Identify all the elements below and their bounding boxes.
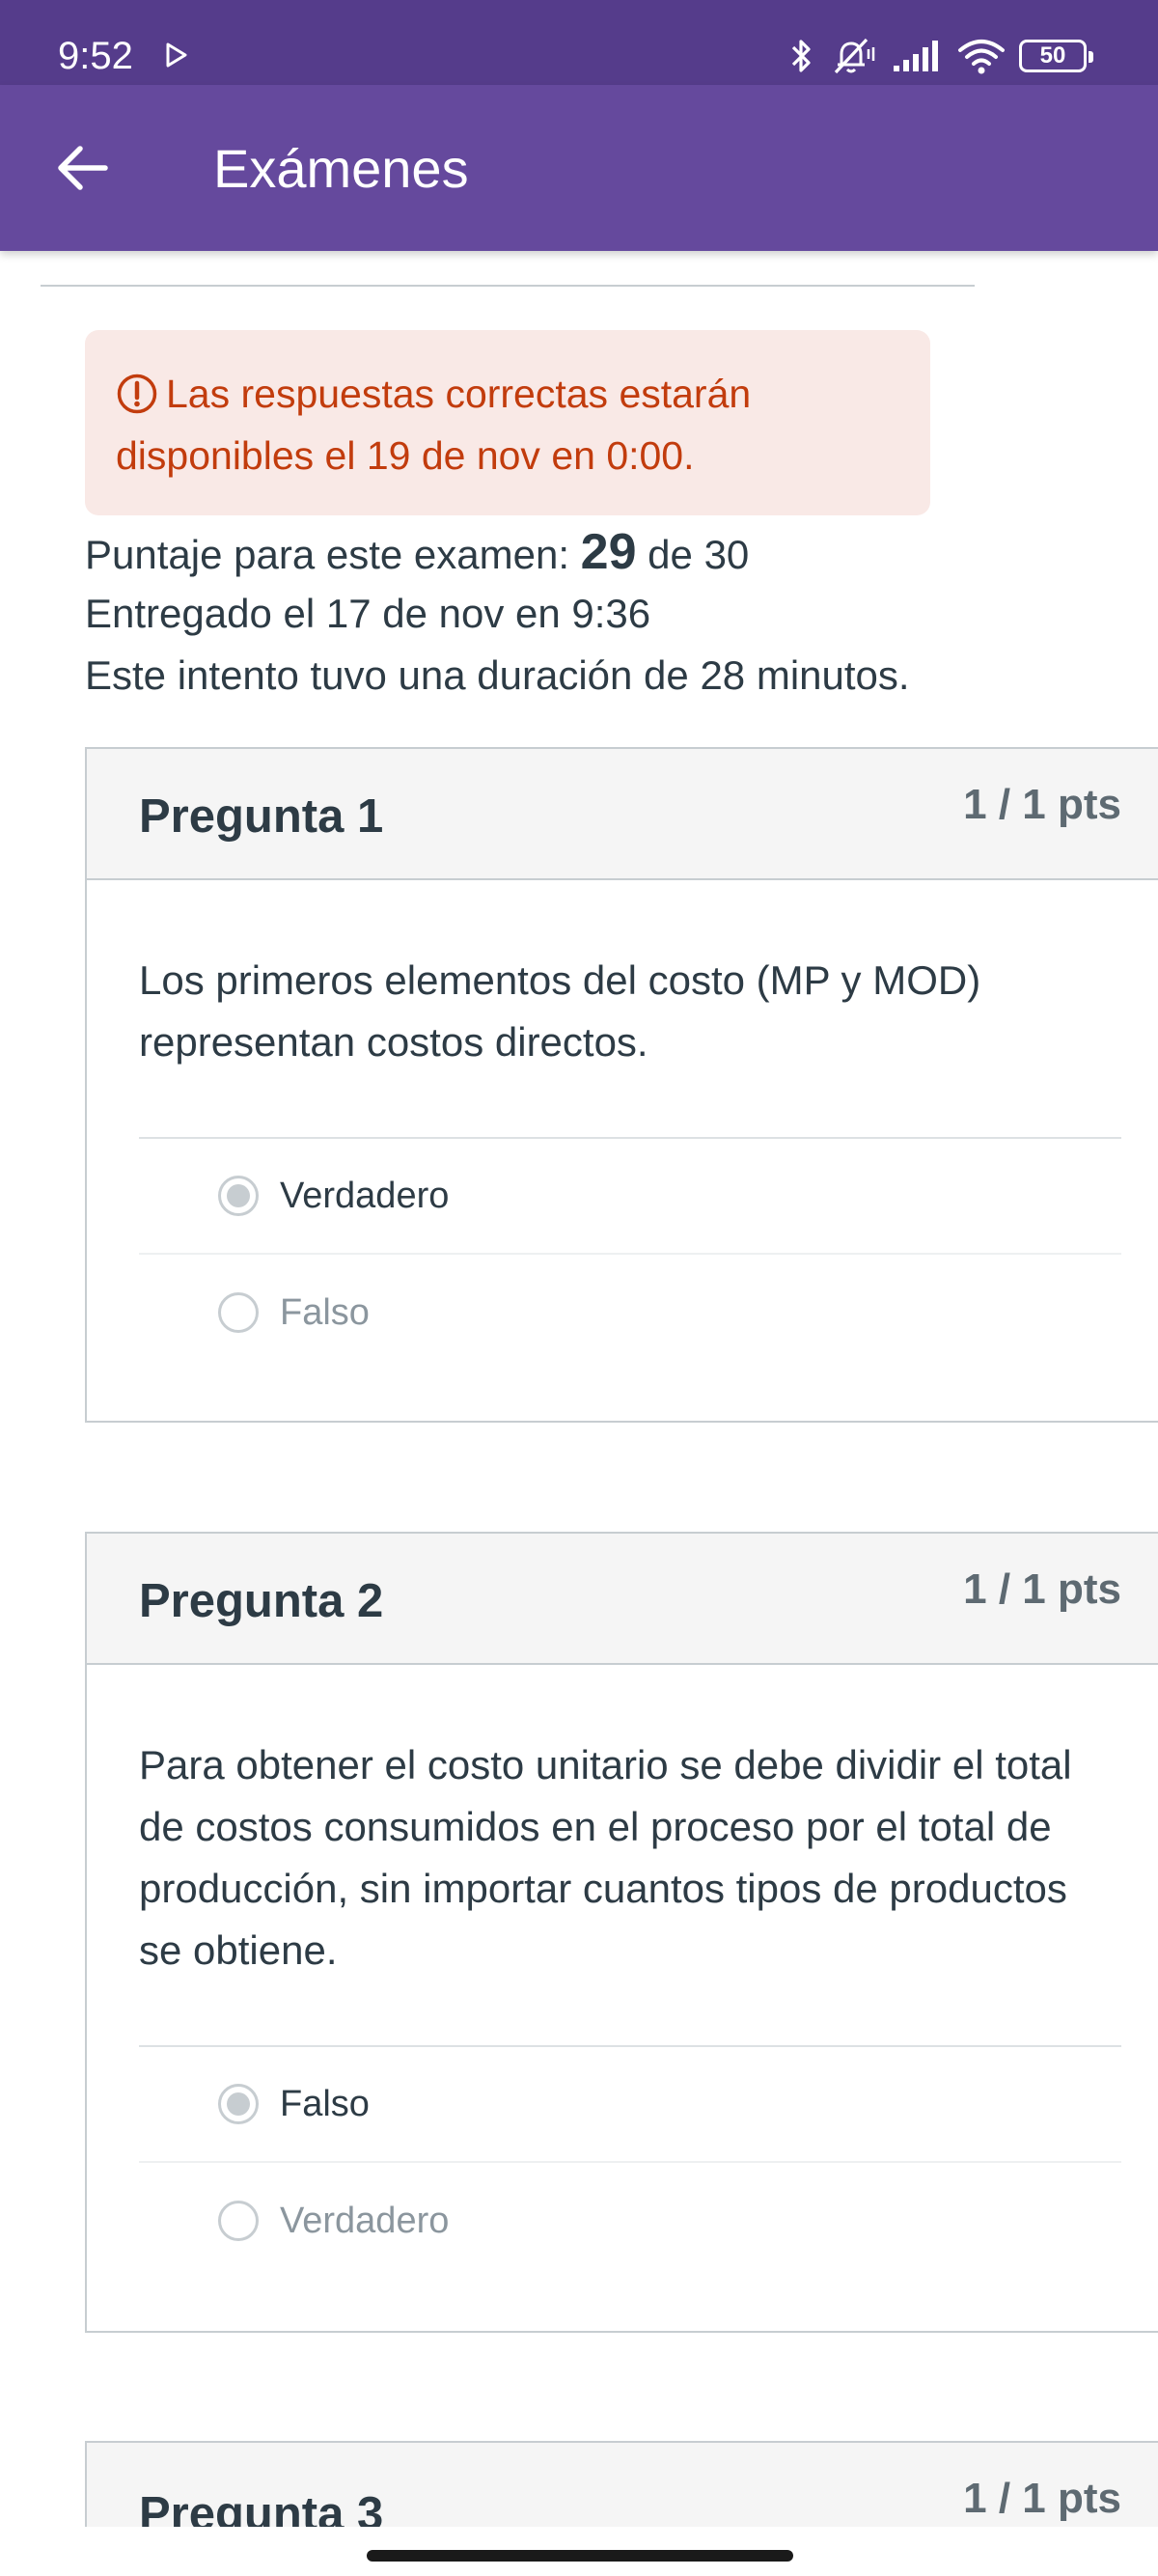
exam-summary: Puntaje para este examen: 29 de 30 Entre…	[85, 521, 910, 706]
answer-option[interactable]: Verdadero	[139, 1139, 1121, 1255]
radio-selected[interactable]	[218, 2084, 259, 2124]
score-label: Puntaje para este examen:	[85, 532, 581, 577]
question-body: Los primeros elementos del costo (MP y M…	[87, 880, 1158, 1371]
bluetooth-icon	[791, 40, 811, 72]
alert-text: Las respuestas correctas estarán disponi…	[116, 372, 752, 478]
question-body: Para obtener el costo unitario se debe d…	[87, 1665, 1158, 2279]
status-bar: 9:52 50	[0, 0, 1158, 85]
answer-list: Falso Verdadero	[139, 2045, 1121, 2279]
score-total: de 30	[636, 532, 750, 577]
app-bar: Exámenes	[0, 85, 1158, 251]
question-points: 1 / 1 pts	[963, 1565, 1121, 1613]
correct-answers-alert: Las respuestas correctas estarán disponi…	[85, 330, 930, 515]
score-value: 29	[580, 524, 637, 580]
answer-label: Falso	[280, 1292, 370, 1333]
play-icon	[166, 42, 187, 68]
answer-list: Verdadero Falso	[139, 1137, 1121, 1371]
home-indicator[interactable]	[367, 2550, 793, 2562]
back-button[interactable]	[39, 127, 125, 208]
muted-bell-icon	[834, 38, 875, 74]
duration-line: Este intento tuvo una duración de 28 min…	[85, 652, 910, 698]
question-title: Pregunta 1	[139, 790, 384, 843]
divider	[41, 285, 975, 287]
question-points: 1 / 1 pts	[963, 2475, 1121, 2522]
submitted-line: Entregado el 17 de nov en 9:36	[85, 591, 651, 636]
question-text: Para obtener el costo unitario se debe d…	[139, 1742, 1072, 1973]
answer-option[interactable]: Verdadero	[139, 2163, 1121, 2279]
question-text: Los primeros elementos del costo (MP y M…	[139, 957, 981, 1065]
answer-label: Verdadero	[280, 1176, 450, 1216]
arrow-left-icon	[58, 146, 108, 190]
answer-option[interactable]: Falso	[139, 2047, 1121, 2163]
signal-icon	[894, 41, 938, 71]
battery-icon: 50	[1019, 40, 1093, 72]
question-header: Pregunta 2 1 / 1 pts	[87, 1534, 1158, 1665]
question-points: 1 / 1 pts	[963, 781, 1121, 828]
battery-level: 50	[1039, 42, 1066, 69]
status-icons: 50	[789, 33, 1093, 79]
answer-label: Falso	[280, 2084, 370, 2124]
wifi-icon	[958, 40, 1005, 74]
question-2: Pregunta 2 1 / 1 pts Para obtener el cos…	[85, 1532, 1158, 2333]
status-time: 9:52	[58, 35, 133, 77]
score-line: Puntaje para este examen: 29 de 30	[85, 521, 910, 583]
question-1: Pregunta 1 1 / 1 pts Los primeros elemen…	[85, 747, 1158, 1423]
question-header: Pregunta 1 1 / 1 pts	[87, 749, 1158, 880]
radio-selected[interactable]	[218, 1176, 259, 1216]
exclamation-circle-icon	[117, 374, 157, 414]
question-title: Pregunta 2	[139, 1575, 384, 1627]
page-title: Exámenes	[213, 138, 469, 199]
radio-unselected[interactable]	[218, 1292, 259, 1333]
radio-unselected[interactable]	[218, 2201, 259, 2241]
answer-option[interactable]: Falso	[139, 1255, 1121, 1371]
answer-label: Verdadero	[280, 2201, 450, 2241]
